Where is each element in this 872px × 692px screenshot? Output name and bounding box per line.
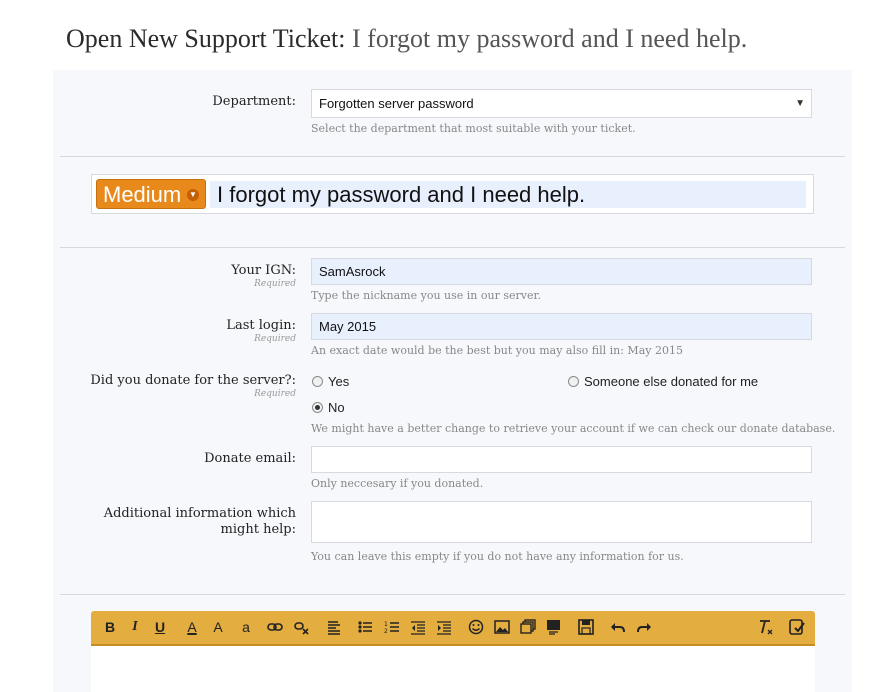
align-icon[interactable] — [326, 617, 342, 637]
required-note: Required — [254, 389, 296, 399]
page-title: Open New Support Ticket: I forgot my pas… — [66, 24, 747, 54]
bullet-list-icon[interactable] — [357, 617, 373, 637]
outdent-icon[interactable] — [410, 617, 426, 637]
text-case-icon[interactable]: a — [238, 617, 254, 637]
donate-email-input[interactable] — [311, 446, 812, 473]
donate-email-hint: Only neccesary if you donated. — [311, 477, 484, 490]
svg-text:1: 1 — [384, 621, 388, 628]
font-size-icon[interactable]: A — [210, 617, 226, 637]
priority-dropdown[interactable]: Medium ▼ — [96, 179, 206, 209]
chevron-down-icon: ▼ — [795, 98, 805, 109]
department-hint: Select the department that most suitable… — [311, 122, 636, 135]
ign-input[interactable]: SamAsrock — [311, 258, 812, 285]
department-selected-value: Forgotten server password — [319, 96, 474, 111]
department-select[interactable]: Forgotten server password ▼ — [311, 89, 812, 118]
unlink-icon[interactable] — [294, 617, 310, 637]
last-login-input[interactable]: May 2015 — [311, 313, 812, 340]
media-icon[interactable] — [520, 617, 536, 637]
additional-info-textarea[interactable] — [311, 501, 812, 543]
donate-option-label: No — [328, 400, 345, 415]
divider — [60, 594, 845, 595]
last-login-hint: An exact date would be the best but you … — [311, 344, 683, 357]
additional-info-label-line1: Additional information which — [103, 506, 296, 521]
last-login-label-text: Last login: — [226, 318, 296, 333]
bbcode-toggle-icon[interactable] — [788, 617, 806, 637]
underline-icon[interactable]: U — [152, 617, 168, 637]
priority-label: Medium — [103, 182, 182, 207]
donate-label: Did you donate for the server?: Required — [90, 373, 296, 399]
bold-icon[interactable]: B — [102, 617, 118, 637]
remove-format-icon[interactable] — [757, 617, 775, 637]
ign-label: Your IGN: Required — [231, 263, 296, 289]
page-title-label: Open New Support Ticket: — [66, 24, 346, 53]
numbered-list-icon[interactable]: 1 2 — [384, 617, 400, 637]
smiley-icon[interactable] — [468, 617, 484, 637]
department-label: Department: — [212, 94, 296, 109]
radio-button[interactable] — [568, 376, 579, 387]
quote-icon[interactable] — [546, 617, 562, 637]
italic-icon[interactable]: I — [127, 617, 143, 637]
donate-option-label: Yes — [328, 374, 350, 389]
divider — [60, 247, 845, 248]
additional-info-label-line2: might help: — [220, 522, 296, 537]
radio-button-selected[interactable] — [312, 402, 323, 413]
required-note: Required — [254, 334, 296, 344]
link-icon[interactable] — [267, 617, 283, 637]
radio-button[interactable] — [312, 376, 323, 387]
editor-toolbar: B I U A A a 1 2 — [91, 611, 815, 646]
additional-info-hint: You can leave this empty if you do not h… — [311, 550, 684, 563]
ign-hint: Type the nickname you use in our server. — [311, 289, 542, 302]
donate-option-label: Someone else donated for me — [584, 374, 759, 389]
font-color-icon[interactable]: A — [184, 617, 200, 637]
additional-info-label: Additional information which might help: — [104, 506, 296, 538]
donate-hint: We might have a better change to retriev… — [311, 422, 836, 435]
donate-label-text: Did you donate for the server?: — [90, 373, 296, 388]
image-icon[interactable] — [494, 617, 510, 637]
ign-label-text: Your IGN: — [231, 263, 296, 278]
chevron-down-icon: ▼ — [187, 189, 199, 201]
donate-option-no[interactable]: No — [312, 400, 345, 415]
indent-icon[interactable] — [436, 617, 452, 637]
last-login-label: Last login: Required — [226, 318, 296, 344]
ticket-title-input[interactable]: I forgot my password and I need help. — [210, 181, 806, 208]
required-note: Required — [254, 279, 296, 289]
donate-option-yes[interactable]: Yes — [312, 374, 349, 389]
page-title-subject: I forgot my password and I need help. — [352, 24, 748, 53]
undo-icon[interactable] — [610, 617, 626, 637]
donate-email-label: Donate email: — [204, 451, 296, 466]
redo-icon[interactable] — [636, 617, 652, 637]
message-editor[interactable] — [91, 646, 815, 692]
ticket-title-box: Medium ▼ I forgot my password and I need… — [91, 174, 814, 214]
svg-text:2: 2 — [384, 628, 388, 635]
save-icon[interactable] — [578, 617, 594, 637]
divider — [60, 156, 845, 157]
donate-option-someone-else[interactable]: Someone else donated for me — [568, 374, 758, 389]
